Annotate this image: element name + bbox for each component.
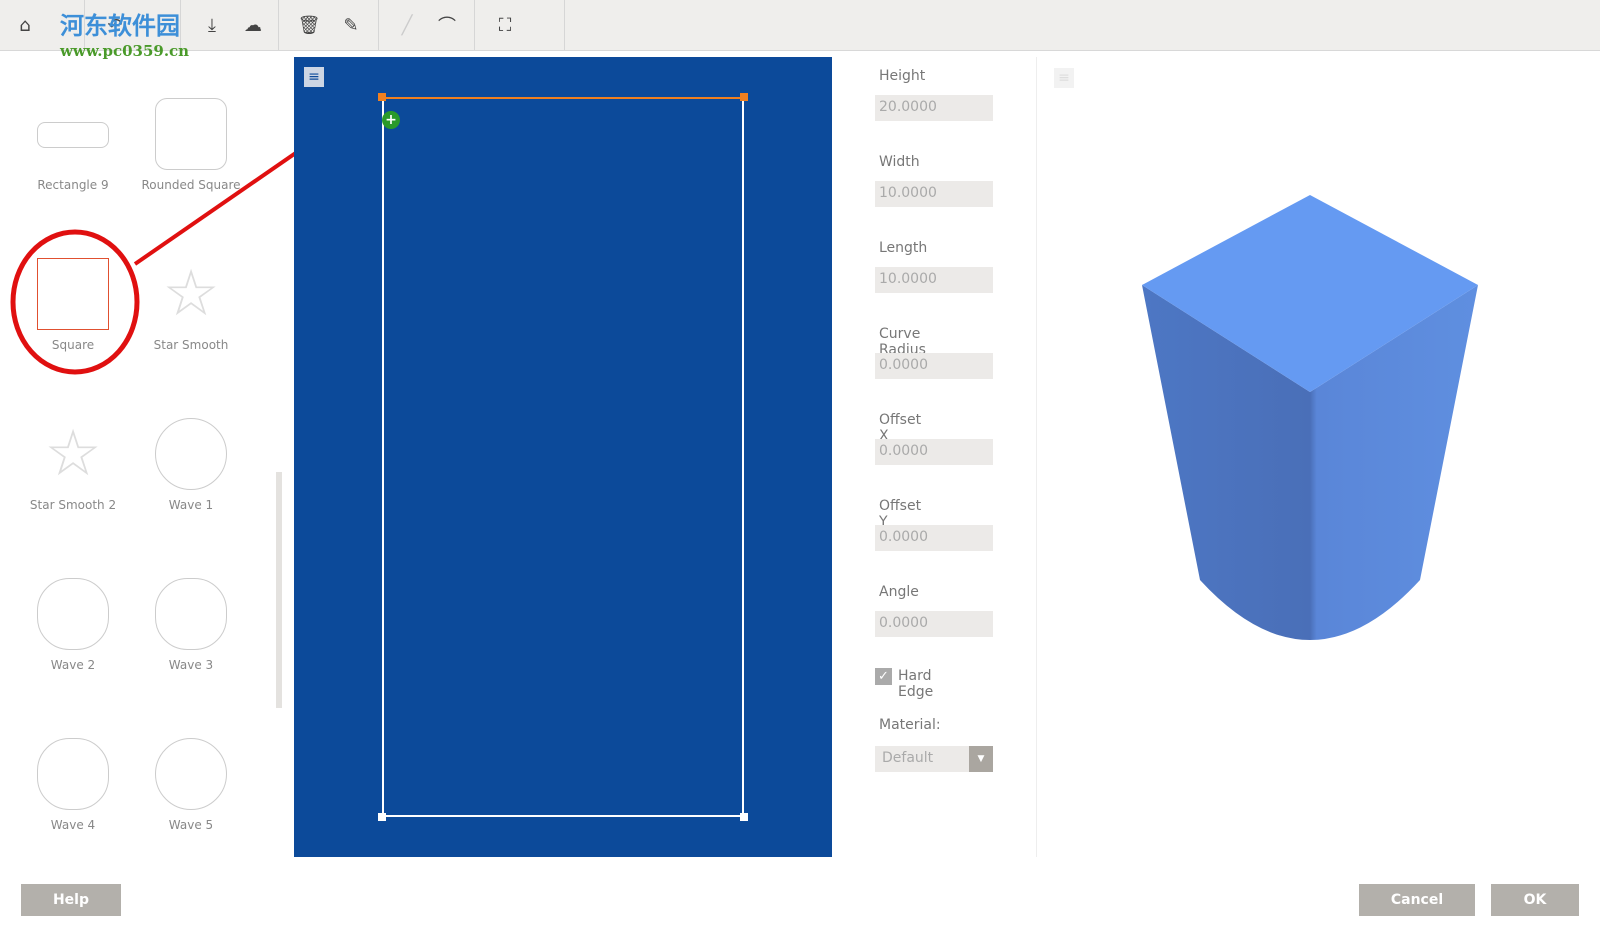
handle[interactable]: [740, 93, 748, 101]
hard-edge-checkbox[interactable]: ✓: [875, 668, 892, 685]
handle[interactable]: [378, 813, 386, 821]
curve-icon[interactable]: ⌒: [432, 10, 462, 40]
curve-radius-input[interactable]: 0.0000: [875, 353, 993, 379]
preview-menu-icon[interactable]: ≡: [1054, 68, 1074, 88]
shape-wave-2[interactable]: Wave 2: [18, 578, 128, 672]
shape-label: Wave 1: [169, 498, 213, 512]
canvas-menu-icon[interactable]: ≡: [304, 67, 324, 87]
chevron-down-icon[interactable]: ▼: [969, 746, 993, 772]
add-point-cursor-icon: +: [382, 111, 400, 129]
length-input[interactable]: 10.0000: [875, 267, 993, 293]
divider: [474, 0, 475, 50]
angle-label: Angle: [879, 584, 919, 600]
ok-button[interactable]: OK: [1491, 884, 1579, 916]
star-icon: ☆: [37, 418, 109, 490]
profile-canvas[interactable]: ≡ +: [294, 57, 832, 857]
angle-input[interactable]: 0.0000: [875, 611, 993, 637]
divider: [564, 0, 565, 50]
height-input[interactable]: 20.0000: [875, 95, 993, 121]
help-button[interactable]: Help: [21, 884, 121, 916]
highlight-circle: [13, 232, 137, 372]
wave-icon: [37, 738, 109, 810]
shape-wave-4[interactable]: Wave 4: [18, 738, 128, 832]
shape-wave-3[interactable]: Wave 3: [136, 578, 246, 672]
height-label: Height: [879, 68, 925, 84]
hard-edge-label: Hard Edge: [898, 668, 933, 700]
shape-list-scrollbar[interactable]: [276, 472, 282, 708]
handle[interactable]: [740, 813, 748, 821]
offset-x-input[interactable]: 0.0000: [875, 439, 993, 465]
wave-icon: [37, 578, 109, 650]
material-select[interactable]: Default: [875, 746, 969, 772]
cancel-button[interactable]: Cancel: [1359, 884, 1475, 916]
divider: [1036, 57, 1037, 857]
shape-wave-1[interactable]: Wave 1: [136, 418, 246, 512]
profile-rectangle[interactable]: [382, 97, 744, 817]
shape-label: Wave 3: [169, 658, 213, 672]
transform-icon[interactable]: ⛶: [490, 10, 520, 40]
shape-label: Star Smooth 2: [30, 498, 116, 512]
width-label: Width: [879, 154, 920, 170]
wave-icon: [155, 578, 227, 650]
shape-wave-5[interactable]: Wave 5: [136, 738, 246, 832]
shape-label: Wave 5: [169, 818, 213, 832]
handle[interactable]: [378, 93, 386, 101]
material-label: Material:: [879, 717, 941, 733]
width-input[interactable]: 10.0000: [875, 181, 993, 207]
shape-star-smooth-2[interactable]: ☆ Star Smooth 2: [18, 418, 128, 512]
shape-label: Wave 2: [51, 658, 95, 672]
length-label: Length: [879, 240, 927, 256]
offset-y-input[interactable]: 0.0000: [875, 525, 993, 551]
3d-preview[interactable]: [1130, 180, 1510, 680]
wave-icon: [155, 418, 227, 490]
wave-icon: [155, 738, 227, 810]
shape-label: Wave 4: [51, 818, 95, 832]
